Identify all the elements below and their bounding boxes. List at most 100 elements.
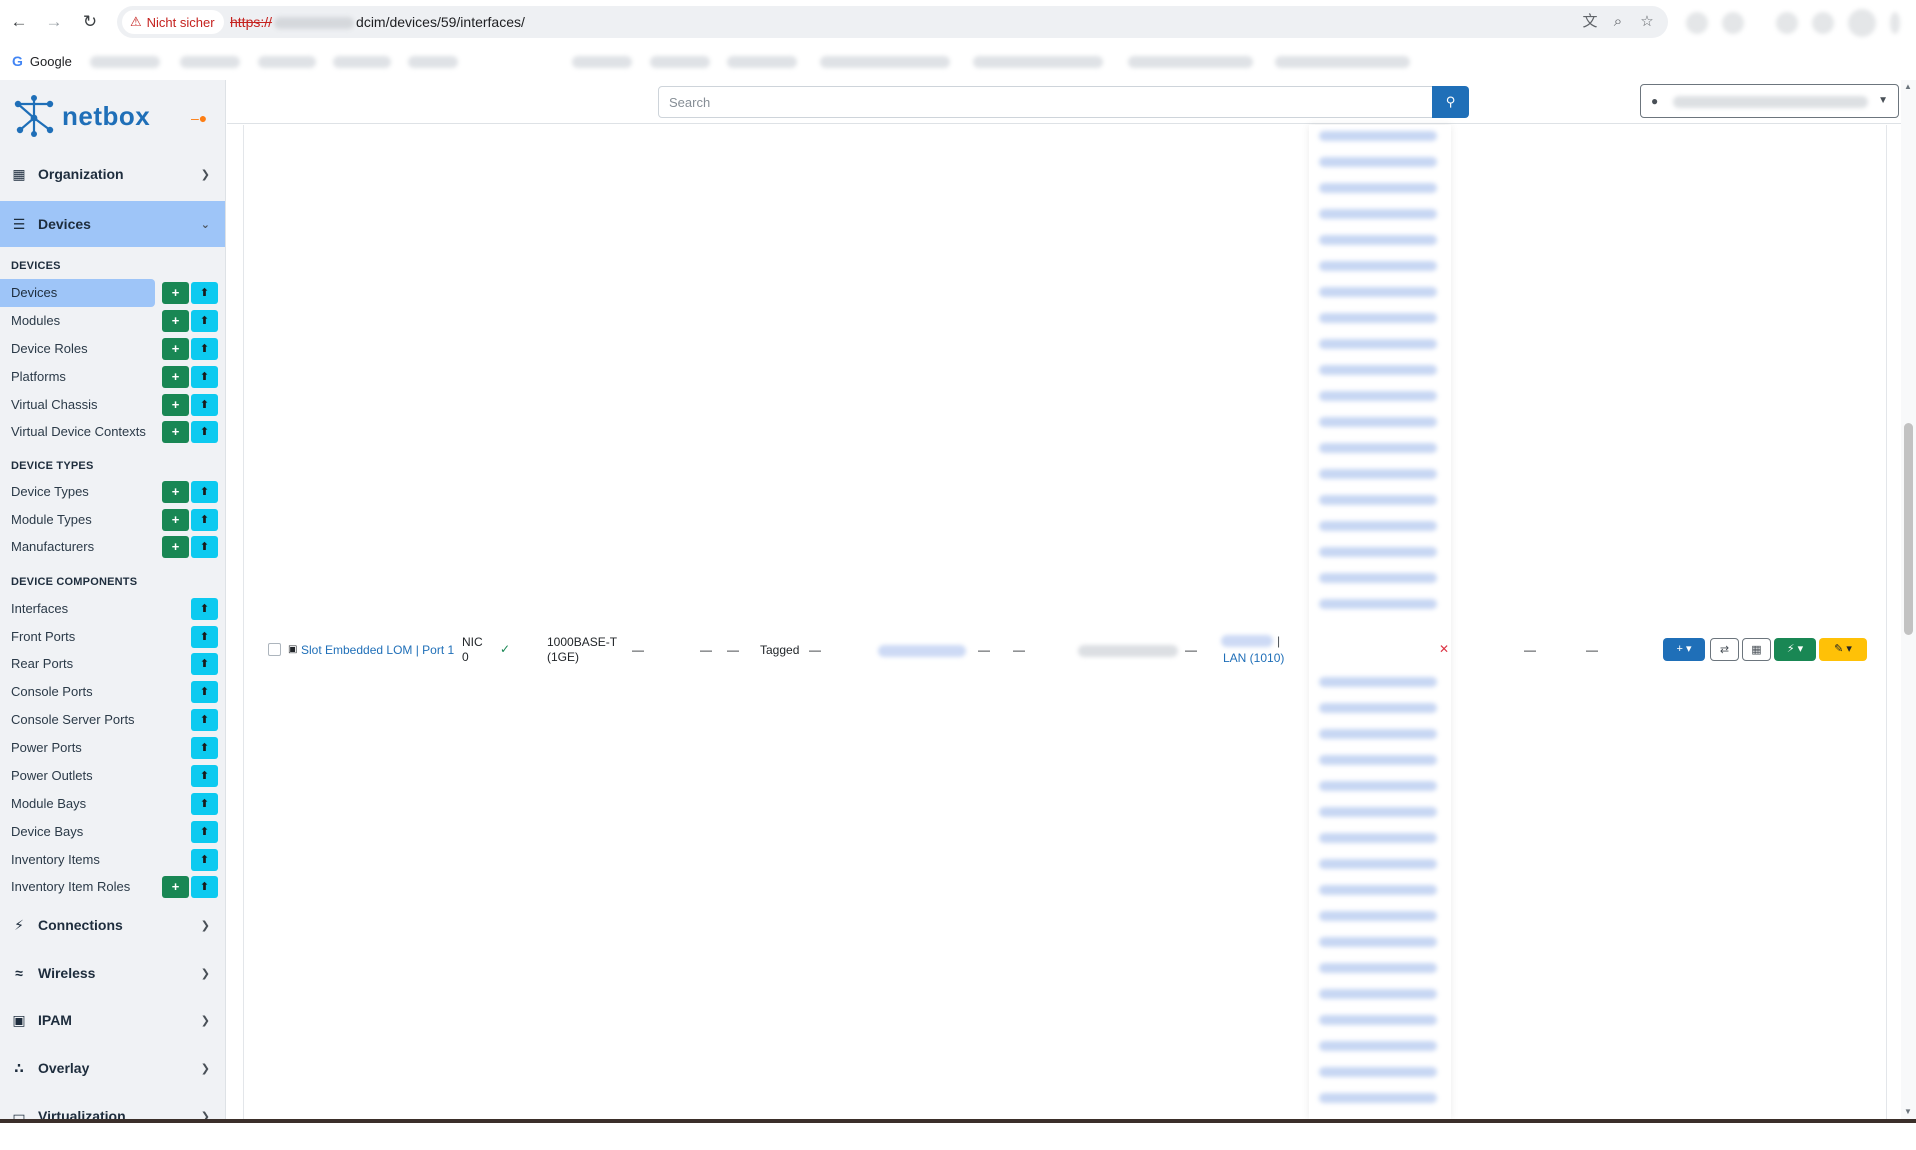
sidebar-item-console-server-ports[interactable]: Console Server Ports ⬆ <box>0 706 225 734</box>
sidebar-item-label[interactable]: Front Ports <box>0 623 155 651</box>
page-scrollbar[interactable]: ▲ ▼ <box>1901 80 1916 1120</box>
add-button[interactable]: + <box>162 509 189 531</box>
menu-group-organization[interactable]: ▦ Organization ❯ <box>0 151 225 197</box>
import-button[interactable]: ⬆ <box>191 821 218 843</box>
add-button[interactable]: + <box>162 394 189 416</box>
topology-button[interactable]: ▦ <box>1742 638 1771 661</box>
connect-dropdown-button[interactable]: ⚡ ▾ <box>1774 638 1816 661</box>
edit-dropdown-button[interactable]: ✎ ▾ <box>1819 638 1867 661</box>
dropdown-option[interactable] <box>1319 599 1437 609</box>
forward-arrow-icon[interactable]: → <box>43 11 65 33</box>
dropdown-option[interactable] <box>1319 781 1437 791</box>
bookmark-star-icon[interactable]: ☆ <box>1638 13 1656 31</box>
add-button[interactable]: + <box>162 421 189 443</box>
sidebar-item-label[interactable]: Virtual Chassis <box>0 391 155 419</box>
sidebar-item-inventory-items[interactable]: Inventory Items ⬆ <box>0 846 225 874</box>
dropdown-option[interactable] <box>1319 287 1437 297</box>
dropdown-option[interactable] <box>1319 833 1437 843</box>
extension-icon[interactable] <box>1686 12 1708 34</box>
sidebar-item-device-roles[interactable]: Device Roles + ⬆ <box>0 335 225 363</box>
dropdown-option[interactable] <box>1319 677 1437 687</box>
menu-group-devices[interactable]: ☰ Devices ⌄ <box>0 201 225 247</box>
bookmark-item[interactable] <box>1128 56 1253 68</box>
bookmark-item[interactable] <box>180 56 240 68</box>
import-button[interactable]: ⬆ <box>191 793 218 815</box>
import-button[interactable]: ⬆ <box>191 338 218 360</box>
extension-icon[interactable] <box>1812 12 1834 34</box>
sidebar-item-label[interactable]: Device Types <box>0 478 155 506</box>
sidebar-item-label[interactable]: Module Bays <box>0 790 155 818</box>
dropdown-option[interactable] <box>1319 729 1437 739</box>
trace-button[interactable]: ⇄ <box>1710 638 1739 661</box>
zoom-icon[interactable]: ⌕ <box>1609 13 1627 31</box>
dropdown-option[interactable] <box>1319 417 1437 427</box>
dropdown-option[interactable] <box>1319 235 1437 245</box>
bookmark-item[interactable] <box>1275 56 1410 68</box>
sidebar-item-label[interactable]: Rear Ports <box>0 650 155 678</box>
import-button[interactable]: ⬆ <box>191 394 218 416</box>
sidebar-item-label[interactable]: Inventory Item Roles <box>0 873 155 901</box>
import-button[interactable]: ⬆ <box>191 310 218 332</box>
scroll-up-icon[interactable]: ▲ <box>1904 82 1912 91</box>
import-button[interactable]: ⬆ <box>191 536 218 558</box>
sidebar-item-console-ports[interactable]: Console Ports ⬆ <box>0 678 225 706</box>
extension-icon[interactable] <box>1722 12 1744 34</box>
dropdown-option[interactable] <box>1319 131 1437 141</box>
dropdown-option[interactable] <box>1319 339 1437 349</box>
dropdown-option[interactable] <box>1319 807 1437 817</box>
sidebar-item-label[interactable]: Power Ports <box>0 734 155 762</box>
sidebar-item-label[interactable]: Console Ports <box>0 678 155 706</box>
scroll-thumb[interactable] <box>1904 423 1913 635</box>
sidebar-item-front-ports[interactable]: Front Ports ⬆ <box>0 623 225 651</box>
dropdown-option[interactable] <box>1319 1067 1437 1077</box>
menu-group-connections[interactable]: ⚡ Connections ❯ <box>0 902 225 948</box>
address-bar[interactable]: ⚠ Nicht sicher https:// dcim/devices/59/i… <box>117 6 1668 38</box>
url-text[interactable]: https:// dcim/devices/59/interfaces/ <box>230 14 525 30</box>
sidebar-item-label[interactable]: Virtual Device Contexts <box>0 418 155 446</box>
extension-icon[interactable] <box>1776 12 1798 34</box>
add-button[interactable]: + <box>162 338 189 360</box>
add-button[interactable]: + <box>162 876 189 898</box>
profile-avatar[interactable] <box>1848 9 1876 37</box>
add-button[interactable]: + <box>162 282 189 304</box>
dropdown-option[interactable] <box>1319 469 1437 479</box>
bookmark-item[interactable] <box>408 56 458 68</box>
add-dropdown-button[interactable]: + ▾ <box>1663 638 1705 661</box>
import-button[interactable]: ⬆ <box>191 598 218 620</box>
sidebar-item-label[interactable]: Platforms <box>0 363 155 391</box>
import-button[interactable]: ⬆ <box>191 282 218 304</box>
import-button[interactable]: ⬆ <box>191 481 218 503</box>
dropdown-option[interactable] <box>1319 573 1437 583</box>
scroll-down-icon[interactable]: ▼ <box>1904 1107 1912 1116</box>
import-button[interactable]: ⬆ <box>191 737 218 759</box>
menu-group-virtualization[interactable]: ▭ Virtualization ❯ <box>0 1093 225 1121</box>
sidebar-item-devices[interactable]: Devices + ⬆ <box>0 279 225 307</box>
dropdown-option[interactable] <box>1319 703 1437 713</box>
dropdown-option[interactable] <box>1319 391 1437 401</box>
browser-menu-icon[interactable] <box>1890 12 1900 34</box>
dropdown-option[interactable] <box>1319 1015 1437 1025</box>
dropdown-option[interactable] <box>1319 989 1437 999</box>
dropdown-option[interactable] <box>1319 937 1437 947</box>
import-button[interactable]: ⬆ <box>191 876 218 898</box>
sidebar-item-label[interactable]: Console Server Ports <box>0 706 155 734</box>
brand-logo[interactable]: netbox <box>12 94 150 138</box>
sidebar-item-modules[interactable]: Modules + ⬆ <box>0 307 225 335</box>
sidebar-item-label[interactable]: Device Bays <box>0 818 155 846</box>
search-button[interactable]: ⚲ <box>1432 86 1469 118</box>
dropdown-option[interactable] <box>1319 911 1437 921</box>
dropdown-option[interactable] <box>1319 521 1437 531</box>
add-button[interactable]: + <box>162 481 189 503</box>
import-button[interactable]: ⬆ <box>191 681 218 703</box>
dropdown-option[interactable] <box>1319 885 1437 895</box>
sidebar-item-inventory-item-roles[interactable]: Inventory Item Roles + ⬆ <box>0 873 225 901</box>
security-chip[interactable]: ⚠ Nicht sicher <box>122 10 224 34</box>
sidebar-item-device-types[interactable]: Device Types + ⬆ <box>0 478 225 506</box>
reload-icon[interactable]: ↻ <box>79 11 101 33</box>
import-button[interactable]: ⬆ <box>191 709 218 731</box>
sidebar-item-manufacturers[interactable]: Manufacturers + ⬆ <box>0 533 225 561</box>
bookmark-item[interactable] <box>258 56 316 68</box>
sidebar-item-label[interactable]: Module Types <box>0 506 155 534</box>
sidebar-item-virtual-device-contexts[interactable]: Virtual Device Contexts + ⬆ <box>0 418 225 446</box>
bookmark-item[interactable] <box>650 56 710 68</box>
